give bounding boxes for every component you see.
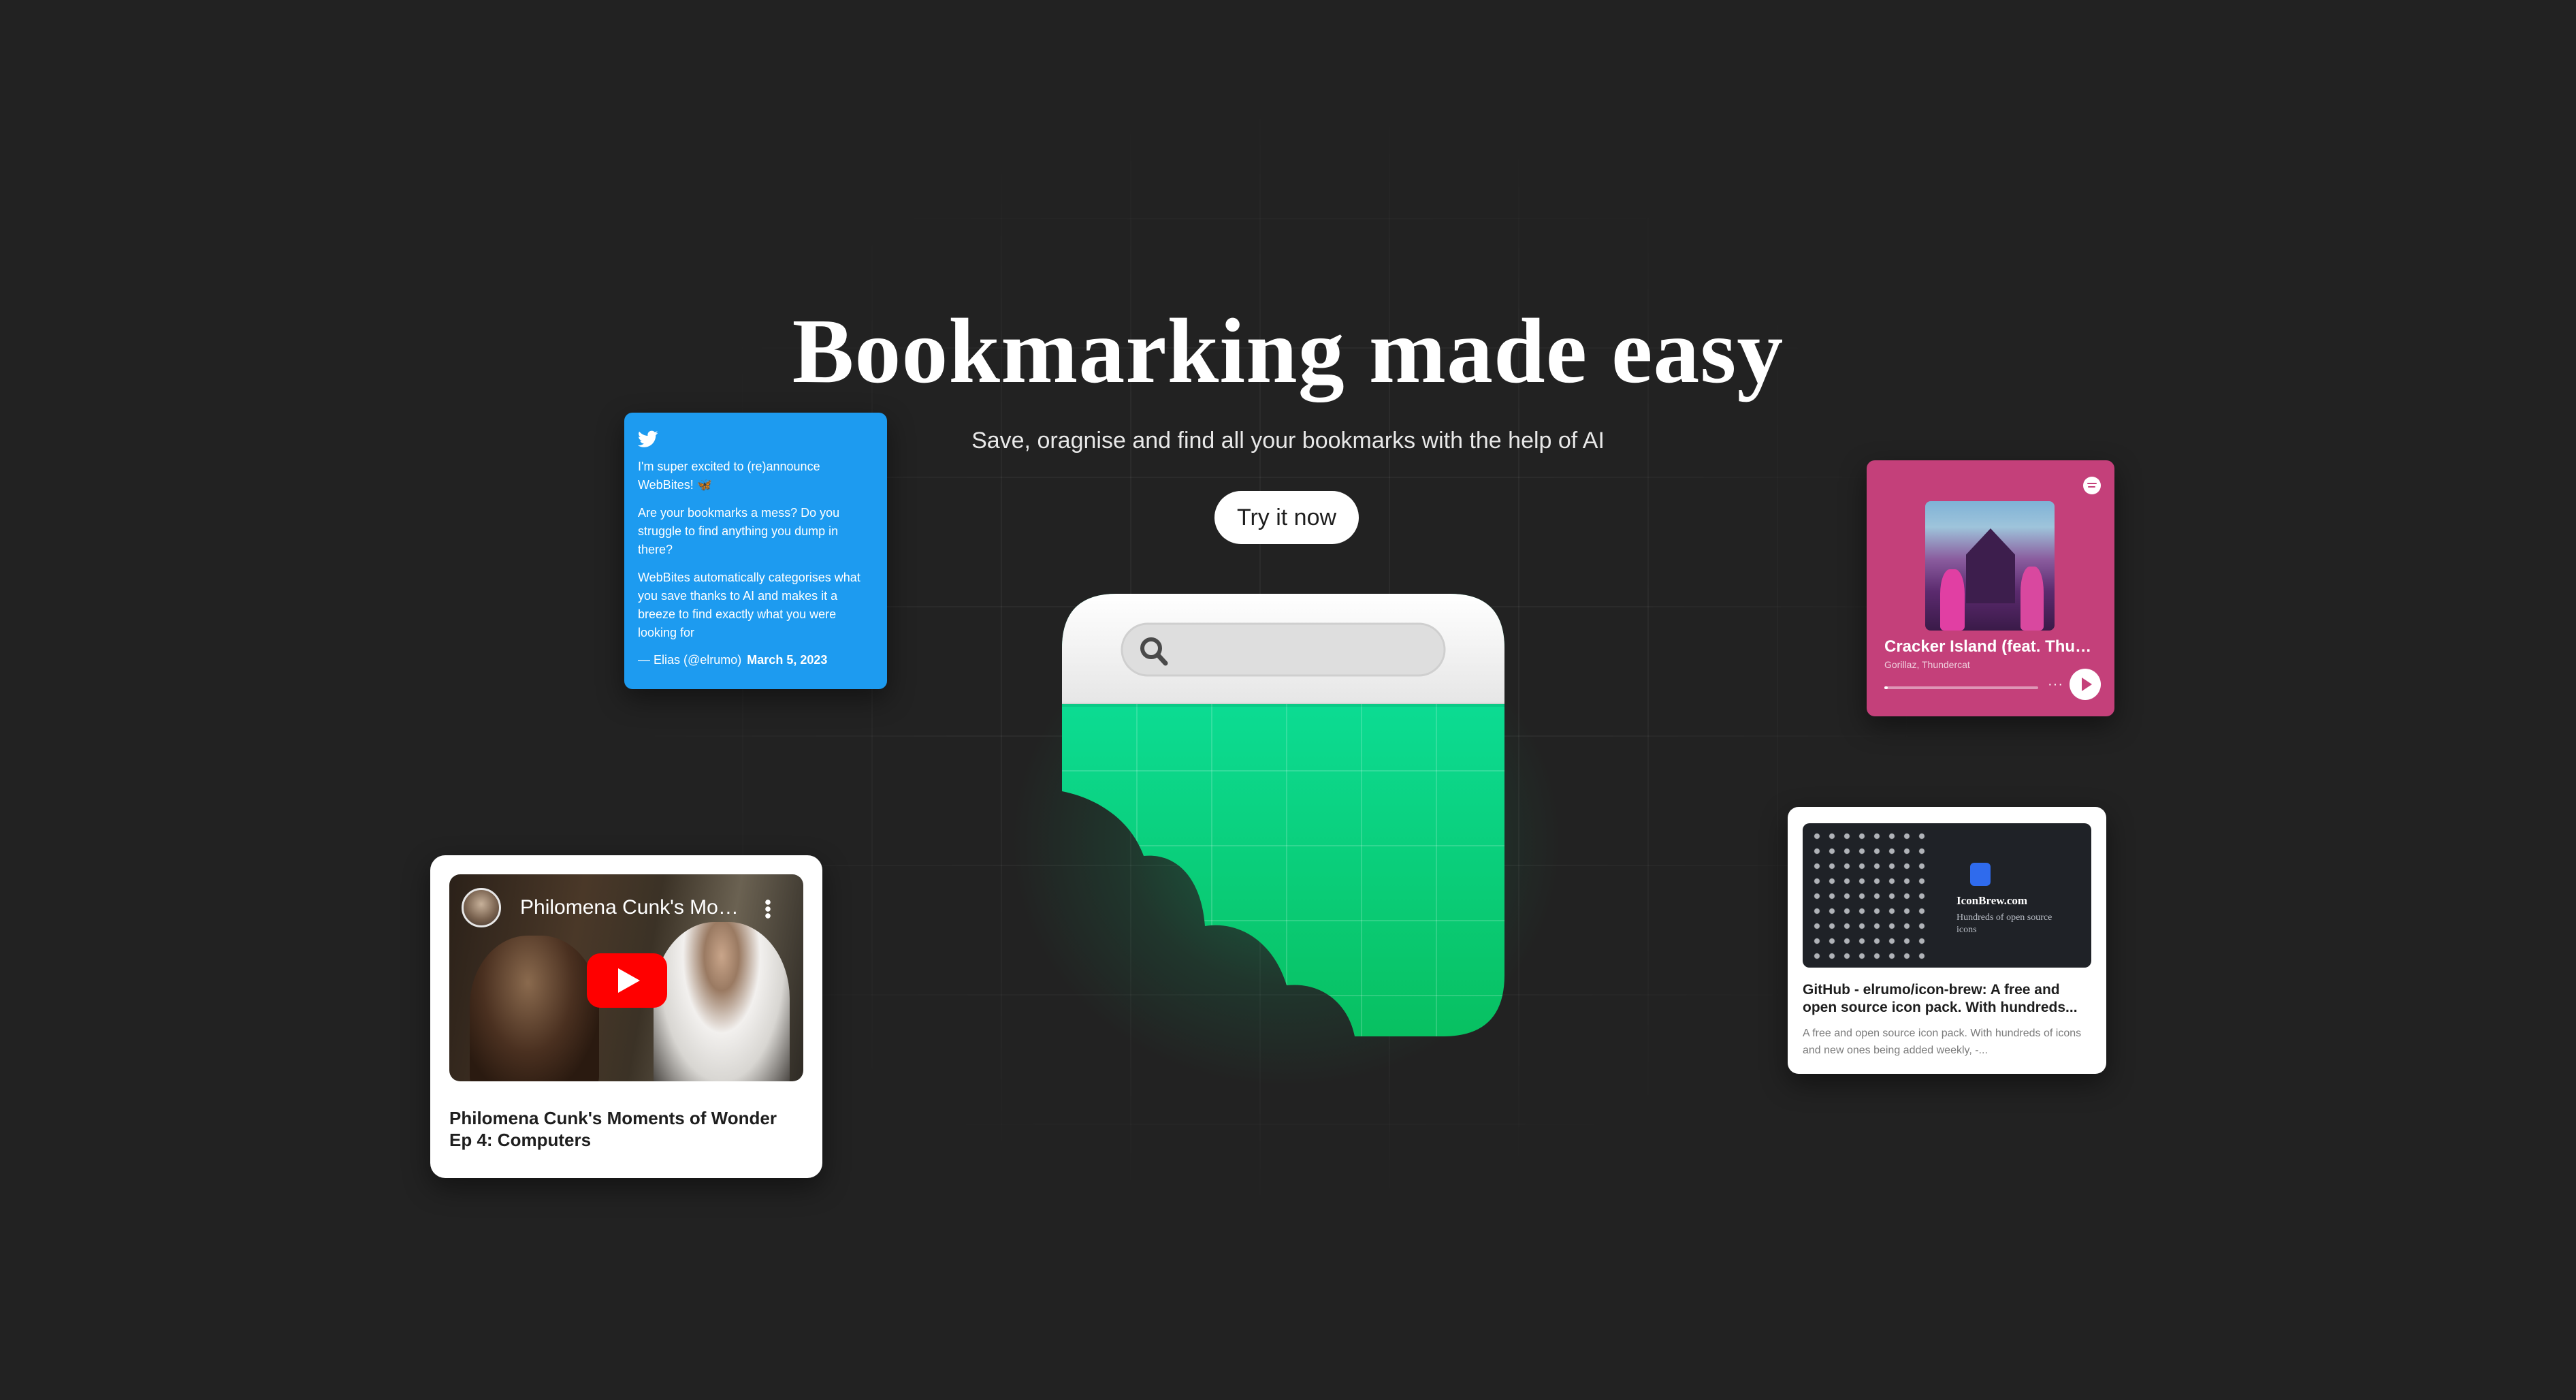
github-bookmark-card[interactable]: IconBrew.com Hundreds of open source ico… — [1788, 807, 2106, 1074]
thumbnail-person-right — [654, 922, 790, 1081]
preview-subtitle: Hundreds of open source icons — [1957, 912, 2052, 935]
youtube-play-icon[interactable] — [587, 953, 667, 1008]
link-preview-image: IconBrew.com Hundreds of open source ico… — [1803, 823, 2091, 968]
bookmark-title: GitHub - elrumo/icon-brew: A free and op… — [1803, 982, 2078, 1015]
bookmark-title: Philomena Cunk's Moments of Wonder Ep 4:… — [449, 1108, 777, 1150]
youtube-bookmark-card[interactable]: Philomena Cunk's Moments of Wonder Philo… — [430, 855, 822, 1178]
preview-brand: IconBrew.com — [1957, 894, 2028, 907]
video-title[interactable]: Philomena Cunk's Moments of Wonder — [520, 896, 752, 919]
playback-progress-bar[interactable] — [1884, 686, 2038, 689]
tweet-paragraph: I'm super excited to (re)announce WebBit… — [638, 460, 820, 492]
cover-figure — [2020, 567, 2044, 631]
iconbrew-logo-icon — [1970, 863, 1991, 886]
album-cover — [1925, 501, 2055, 631]
page-title: Bookmarking made easy — [792, 300, 1784, 402]
play-button[interactable] — [2070, 669, 2101, 700]
more-options-icon[interactable] — [765, 899, 771, 919]
track-artist: Gorillaz, Thundercat — [1884, 659, 1970, 670]
tweet-author: — Elias (@elrumo) — [638, 653, 742, 667]
playback-progress-fill — [1884, 686, 1888, 689]
cover-house-shape — [1966, 528, 2015, 603]
tweet-paragraph: WebBites automatically categorises what … — [638, 571, 860, 639]
webbites-logo-icon — [1062, 594, 1504, 1036]
twitter-bird-icon — [638, 430, 658, 447]
tweet-signature: — Elias (@elrumo) March 5, 2023 — [638, 652, 873, 668]
icon-grid-preview — [1809, 829, 1932, 962]
spotify-icon — [2083, 477, 2101, 494]
thumbnail-person-left — [470, 936, 599, 1081]
cover-figure — [1940, 569, 1965, 631]
tweet-card[interactable]: I'm super excited to (re)announce WebBit… — [624, 413, 887, 689]
bookmark-description: A free and open source icon pack. With h… — [1803, 1028, 2082, 1056]
tweet-date: March 5, 2023 — [747, 653, 828, 667]
hero-subtitle: Save, oragnise and find all your bookmar… — [971, 428, 1605, 454]
more-options-icon[interactable]: ··· — [2048, 677, 2063, 693]
track-title: Cracker Island (feat. Thundercat) — [1884, 637, 2099, 656]
spotify-bookmark-card[interactable]: Cracker Island (feat. Thundercat) Gorill… — [1867, 460, 2114, 716]
video-thumbnail[interactable]: Philomena Cunk's Moments of Wonder — [449, 874, 803, 1081]
try-it-now-button[interactable]: Try it now — [1214, 491, 1359, 544]
tweet-paragraph: Are your bookmarks a mess? Do you strugg… — [638, 506, 840, 556]
channel-avatar[interactable] — [462, 888, 501, 927]
